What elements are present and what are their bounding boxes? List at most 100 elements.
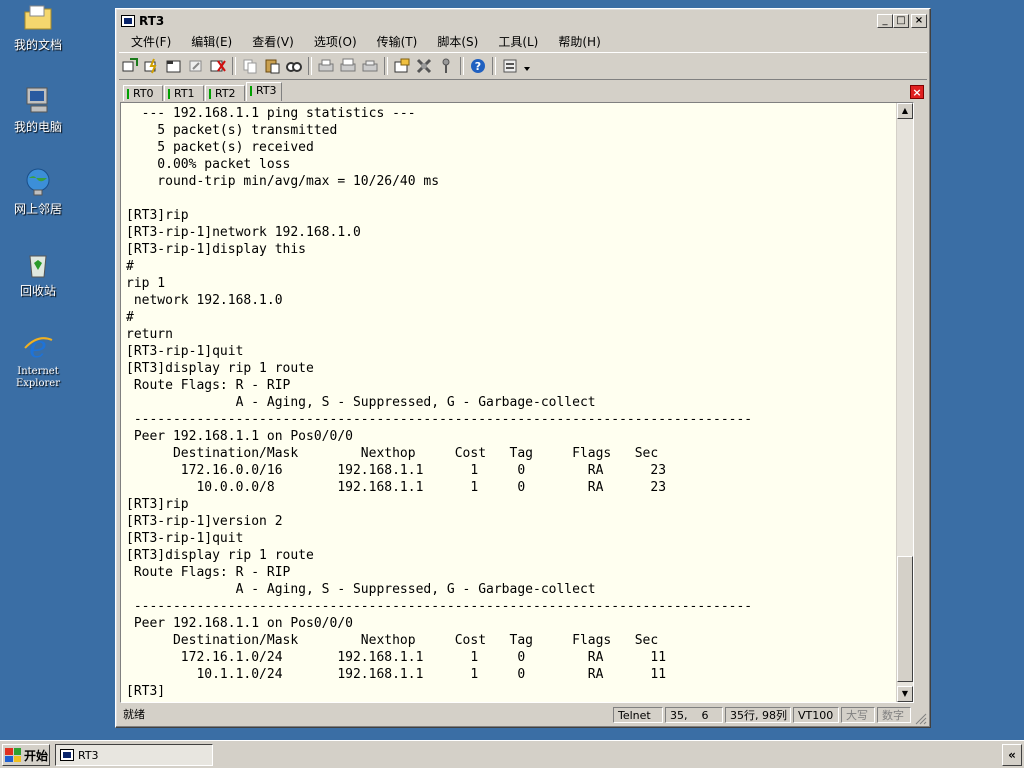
help-icon[interactable]: ? [468, 56, 488, 76]
terminal-line: Peer 192.168.1.1 on Pos0/0/0 [126, 429, 353, 444]
desktop-icon-label: Internet Explorer [15, 366, 61, 389]
settings-icon[interactable] [414, 56, 434, 76]
scroll-up-icon[interactable]: ▲ [897, 103, 913, 119]
desktop-icon-network[interactable]: 网上邻居 [6, 166, 70, 216]
terminal-line: [RT3]display rip 1 route [126, 548, 314, 563]
toolbar: ? [119, 52, 927, 80]
status-bar: 就绪 Telnet 35, 6 35行, 98列 VT100 大写 数字 [119, 705, 927, 725]
resize-grip-icon[interactable] [915, 713, 927, 725]
menu-options[interactable]: 选项(O) [302, 33, 365, 50]
terminal-line: [RT3-rip-1]quit [126, 531, 244, 546]
svg-text:e: e [29, 330, 47, 362]
status-protocol: Telnet [613, 707, 663, 723]
terminal-line: 5 packet(s) transmitted [126, 123, 338, 138]
status-size: 35行, 98列 [725, 707, 791, 723]
minimize-button[interactable]: _ [877, 14, 893, 28]
app-icon [121, 15, 135, 27]
connect-icon[interactable] [120, 56, 140, 76]
terminal-line: 10.1.1.0/24 192.168.1.1 1 0 RA 11 [126, 667, 667, 682]
toolbar-separator [492, 57, 496, 75]
tab-rt1[interactable]: RT1 [164, 85, 204, 101]
terminal-line: ----------------------------------------… [126, 412, 753, 427]
terminal-area[interactable]: --- 192.168.1.1 ping statistics --- 5 pa… [120, 102, 914, 703]
status-ready: 就绪 [123, 708, 145, 721]
desktop-icon-my-documents[interactable]: 我的文档 [6, 2, 70, 52]
taskbar: 开始 RT3 « [0, 740, 1024, 768]
scroll-down-icon[interactable]: ▼ [897, 686, 913, 702]
desktop-icon-label: 回收站 [19, 284, 56, 298]
toolbar-separator [308, 57, 312, 75]
connect-tab-icon[interactable] [164, 56, 184, 76]
menu-tools[interactable]: 工具(L) [486, 33, 546, 50]
reconnect-icon[interactable] [186, 56, 206, 76]
menu-help[interactable]: 帮助(H) [546, 33, 608, 50]
status-cursor: 35, 6 [665, 707, 723, 723]
title-bar[interactable]: RT3 _ □ × [119, 12, 927, 30]
status-num: 数字 [877, 707, 911, 723]
desktop-icon-label: 我的文档 [13, 38, 62, 52]
print-icon[interactable] [360, 56, 380, 76]
toolbar-separator [232, 57, 236, 75]
menu-edit[interactable]: 编辑(E) [179, 33, 240, 50]
session-options-icon[interactable] [392, 56, 412, 76]
terminal-line: [RT3-rip-1]network 192.168.1.0 [126, 225, 361, 240]
status-caps: 大写 [841, 707, 875, 723]
desktop-icon-label: 我的电脑 [13, 120, 62, 134]
scroll-thumb[interactable] [897, 556, 913, 682]
taskbar-item-label: RT3 [78, 748, 99, 762]
disconnect-icon[interactable] [208, 56, 228, 76]
desktop-icon-recycle-bin[interactable]: 回收站 [6, 248, 70, 298]
terminal-line: ----------------------------------------… [126, 599, 753, 614]
menu-file[interactable]: 文件(F) [119, 33, 179, 50]
terminal-line: 172.16.1.0/24 192.168.1.1 1 0 RA 11 [126, 650, 667, 665]
paste-icon[interactable] [262, 56, 282, 76]
terminal-line: [RT3-rip-1]quit [126, 344, 244, 359]
start-button[interactable]: 开始 [2, 744, 50, 766]
close-button[interactable]: × [911, 14, 927, 28]
window-title: RT3 [139, 14, 165, 28]
menu-bar: 文件(F) 编辑(E) 查看(V) 选项(O) 传输(T) 脚本(S) 工具(L… [119, 31, 927, 51]
vertical-scrollbar[interactable]: ▲ ▼ [896, 103, 913, 702]
status-emulation: VT100 [793, 707, 839, 723]
menu-script[interactable]: 脚本(S) [425, 33, 486, 50]
terminal-line: 5 packet(s) received [126, 140, 314, 155]
maximize-button[interactable]: □ [893, 14, 909, 28]
desktop-icon-my-computer[interactable]: 我的电脑 [6, 84, 70, 134]
tab-rt2[interactable]: RT2 [205, 85, 245, 101]
terminal-line: # [126, 259, 134, 274]
terminal-line: [RT3-rip-1]version 2 [126, 514, 283, 529]
overflow-icon[interactable] [522, 56, 532, 76]
terminal-output: --- 192.168.1.1 ping statistics --- 5 pa… [126, 105, 895, 700]
print-screen-icon[interactable] [338, 56, 358, 76]
menu-view[interactable]: 查看(V) [240, 33, 302, 50]
sftp-icon[interactable] [500, 56, 520, 76]
terminal-line: Destination/Mask Nexthop Cost Tag Flags … [126, 633, 659, 648]
tray-expand-button[interactable]: « [1002, 744, 1022, 766]
tab-rt0[interactable]: RT0 [123, 85, 163, 101]
print-setup-icon[interactable] [316, 56, 336, 76]
session-tabs: RT0 RT1 RT2 RT3 × [119, 81, 927, 101]
terminal-line: 10.0.0.0/8 192.168.1.1 1 0 RA 23 [126, 480, 667, 495]
tab-rt3[interactable]: RT3 [246, 82, 282, 101]
terminal-line: round-trip min/avg/max = 10/26/40 ms [126, 174, 440, 189]
quick-connect-icon[interactable] [142, 56, 162, 76]
desktop-icon-internet-explorer[interactable]: e Internet Explorer [6, 330, 70, 390]
terminal-line: [RT3-rip-1]display this [126, 242, 307, 257]
close-tab-icon[interactable]: × [910, 85, 924, 99]
terminal-line: Destination/Mask Nexthop Cost Tag Flags … [126, 446, 659, 461]
terminal-line: [RT3]rip [126, 208, 189, 223]
copy-icon[interactable] [240, 56, 260, 76]
my-computer-icon [22, 84, 54, 116]
terminal-line: --- 192.168.1.1 ping statistics --- [126, 106, 416, 121]
terminal-line: Route Flags: R - RIP [126, 565, 291, 580]
taskbar-item-rt3[interactable]: RT3 [55, 744, 213, 766]
terminal-window: RT3 _ □ × 文件(F) 编辑(E) 查看(V) 选项(O) 传输(T) … [115, 8, 931, 728]
keymap-icon[interactable] [436, 56, 456, 76]
terminal-line: [RT3]display rip 1 route [126, 361, 314, 376]
app-icon [60, 749, 74, 761]
menu-transfer[interactable]: 传输(T) [365, 33, 426, 50]
recycle-bin-icon [22, 248, 54, 280]
find-icon[interactable] [284, 56, 304, 76]
network-icon [22, 166, 54, 198]
